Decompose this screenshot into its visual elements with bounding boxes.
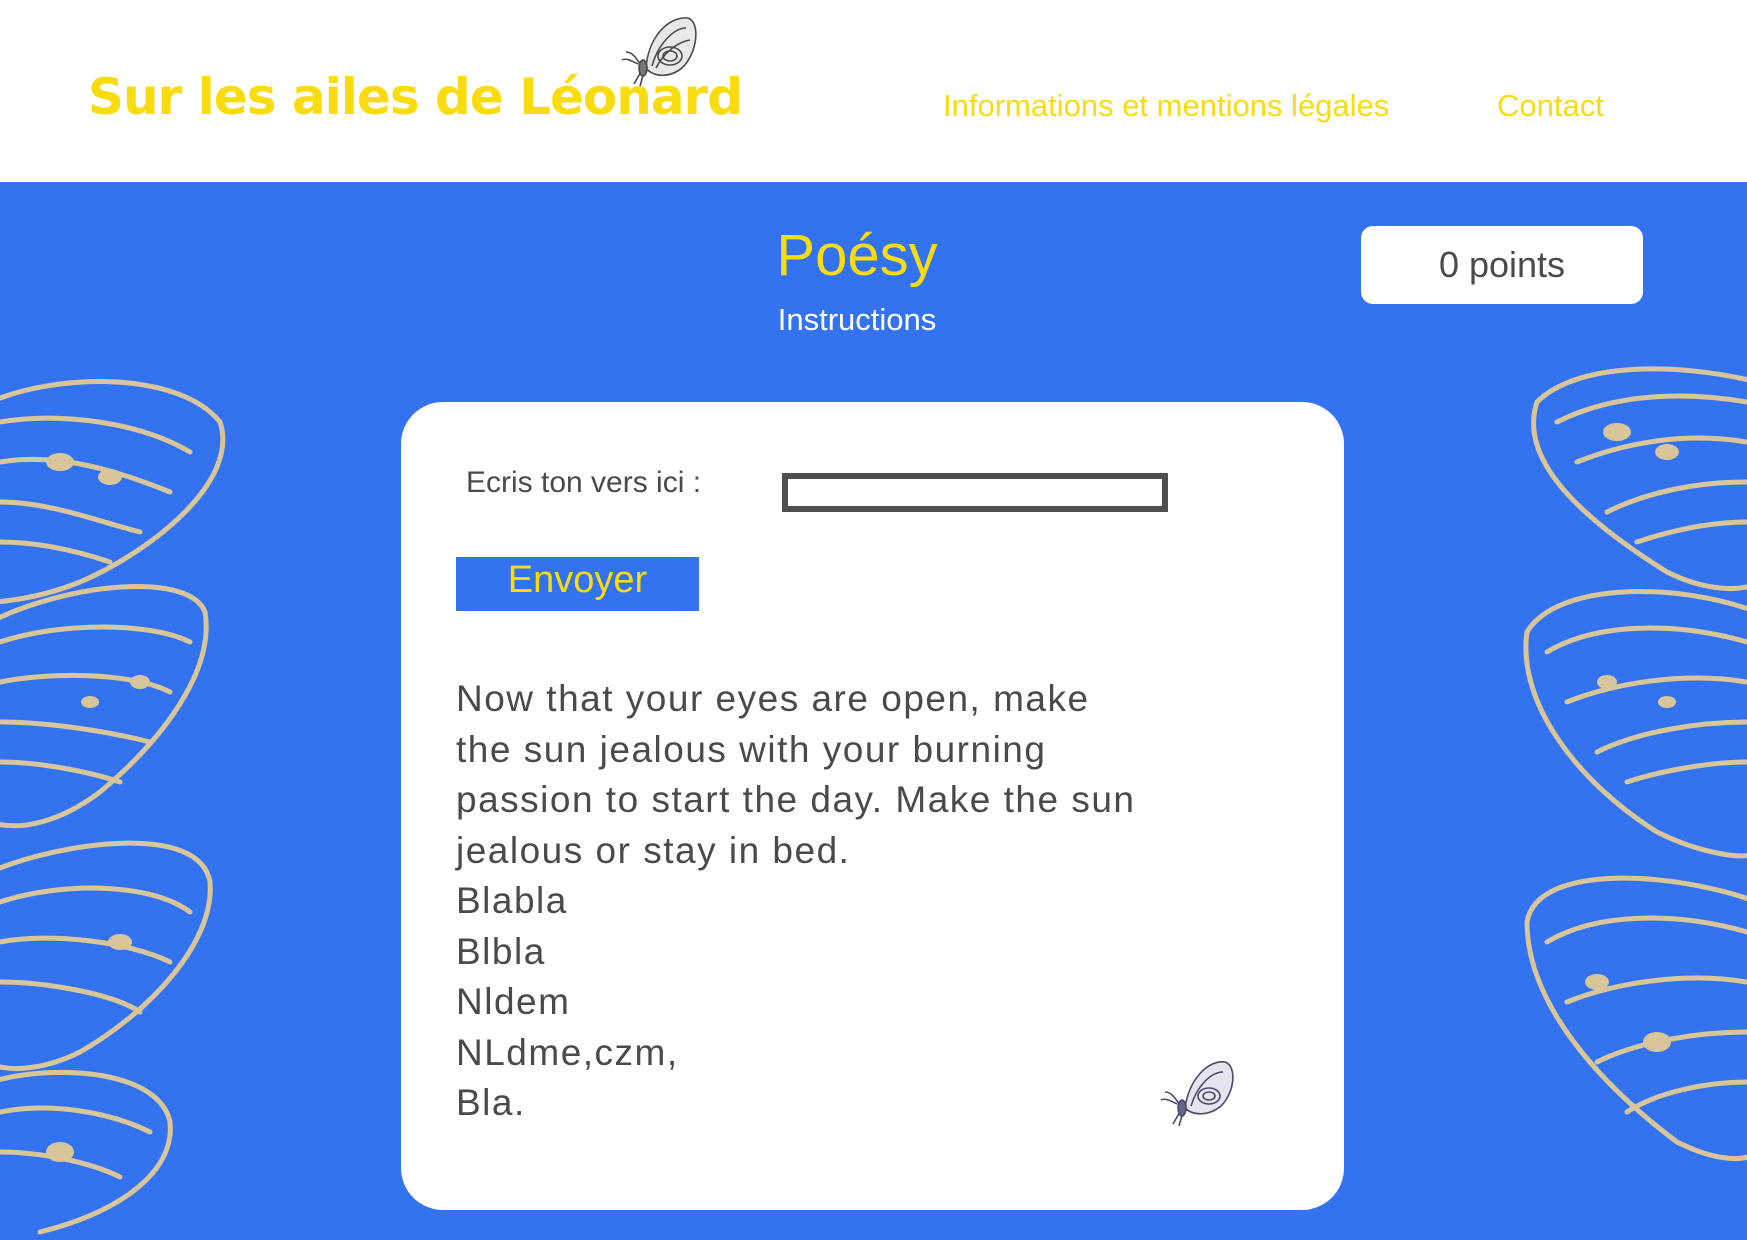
score-value: 0 points [1438,244,1566,285]
poem-line: Bla. [456,1082,526,1123]
poem-line: Blabla [456,880,568,921]
instructions-link[interactable]: Instructions [0,302,1714,338]
poem-intro: Now that your eyes are open, make the su… [456,678,1136,871]
verse-label: Ecris ton vers ici : [466,466,702,499]
butterfly-wings-decoration-right [1523,366,1747,1162]
poem-line: Nldem [456,981,571,1022]
send-button[interactable]: Envoyer [456,557,699,611]
site-header: Sur les ailes de Léonard Informations et… [0,0,1747,182]
poem-text: Now that your eyes are open, make the su… [456,674,1156,1129]
game-area: Poésy Instructions 0 points Ecris ton ve… [0,182,1747,1240]
poem-card: Ecris ton vers ici : Envoyer Now that yo… [401,402,1344,1210]
nav-link-informations[interactable]: Informations et mentions légales [943,88,1389,124]
score-badge: 0 points [1361,226,1643,304]
poem-line: NLdme,czm, [456,1031,679,1073]
butterfly-icon [1160,1061,1234,1127]
butterfly-icon [621,17,697,87]
butterfly-wings-decoration-left [0,379,226,1235]
verse-input[interactable] [782,473,1168,512]
nav-link-contact[interactable]: Contact [1497,88,1604,124]
poem-line: Blbla [456,930,546,972]
